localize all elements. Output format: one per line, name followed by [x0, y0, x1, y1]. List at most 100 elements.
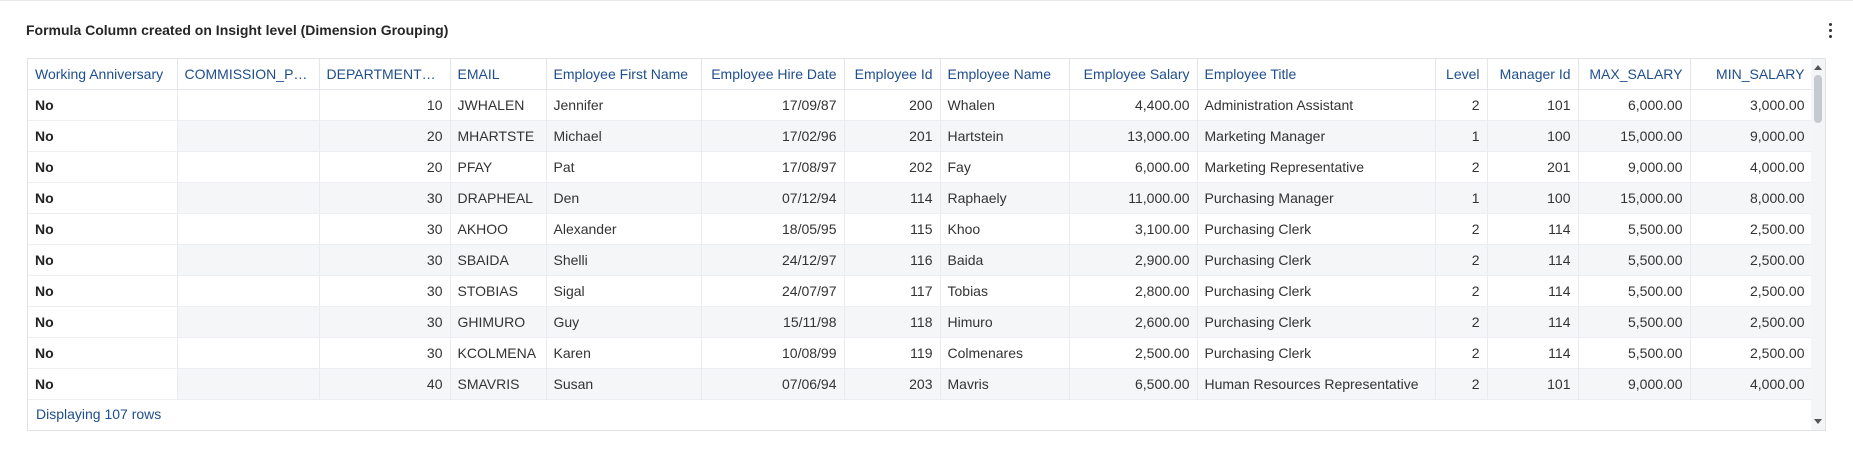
cell-manager-id: 114: [1487, 306, 1579, 338]
cell-min-salary: 4,000.00: [1690, 151, 1813, 183]
cell-max-salary: 9,000.00: [1578, 151, 1691, 183]
cell-email: JWHALEN: [450, 89, 547, 121]
cell-max-salary: 9,000.00: [1578, 368, 1691, 400]
cell-department-id: 30: [319, 275, 451, 307]
table-row: No 30 SBAIDA Shelli 24/12/97 116 Baida 2…: [28, 244, 1813, 276]
cell-manager-id: 114: [1487, 275, 1579, 307]
cell-working-anniversary: No: [28, 182, 178, 214]
cell-manager-id: 100: [1487, 120, 1579, 152]
more-vertical-icon[interactable]: [1823, 20, 1837, 40]
cell-commission-pct: [177, 89, 320, 121]
cell-employee-title: Purchasing Clerk: [1197, 337, 1436, 369]
cell-manager-id: 114: [1487, 337, 1579, 369]
cell-employee-title: Purchasing Clerk: [1197, 213, 1436, 245]
cell-department-id: 30: [319, 306, 451, 338]
column-header-min-salary[interactable]: MIN_SALARY: [1690, 59, 1813, 90]
cell-max-salary: 6,000.00: [1578, 89, 1691, 121]
cell-level: 2: [1435, 275, 1488, 307]
cell-max-salary: 5,500.00: [1578, 337, 1691, 369]
cell-employee-title: Marketing Manager: [1197, 120, 1436, 152]
cell-email: DRAPHEAL: [450, 182, 547, 214]
column-header-level[interactable]: Level: [1435, 59, 1488, 90]
cell-employee-first-name: Guy: [546, 306, 702, 338]
column-header-max-salary[interactable]: MAX_SALARY: [1578, 59, 1691, 90]
cell-employee-salary: 6,000.00: [1069, 151, 1198, 183]
cell-employee-salary: 2,500.00: [1069, 337, 1198, 369]
cell-commission-pct: [177, 306, 320, 338]
cell-email: PFAY: [450, 151, 547, 183]
vertical-scrollbar[interactable]: [1811, 59, 1825, 430]
cell-employee-first-name: Alexander: [546, 213, 702, 245]
cell-department-id: 30: [319, 213, 451, 245]
cell-commission-pct: [177, 337, 320, 369]
column-header-employee-name[interactable]: Employee Name: [940, 59, 1070, 90]
cell-department-id: 30: [319, 182, 451, 214]
cell-working-anniversary: No: [28, 213, 178, 245]
cell-email: SBAIDA: [450, 244, 547, 276]
column-header-employee-hire-date[interactable]: Employee Hire Date: [701, 59, 845, 90]
cell-department-id: 40: [319, 368, 451, 400]
cell-level: 2: [1435, 244, 1488, 276]
cell-employee-hire-date: 18/05/95: [701, 213, 845, 245]
cell-employee-salary: 11,000.00: [1069, 182, 1198, 214]
column-header-employee-id[interactable]: Employee Id: [844, 59, 941, 90]
cell-employee-first-name: Susan: [546, 368, 702, 400]
cell-max-salary: 5,500.00: [1578, 244, 1691, 276]
cell-employee-title: Purchasing Clerk: [1197, 244, 1436, 276]
cell-employee-name: Tobias: [940, 275, 1070, 307]
cell-employee-name: Hartstein: [940, 120, 1070, 152]
column-header-employee-first-name[interactable]: Employee First Name: [546, 59, 702, 90]
cell-employee-hire-date: 10/08/99: [701, 337, 845, 369]
cell-employee-salary: 3,100.00: [1069, 213, 1198, 245]
cell-employee-title: Marketing Representative: [1197, 151, 1436, 183]
cell-employee-id: 116: [844, 244, 941, 276]
cell-employee-salary: 4,400.00: [1069, 89, 1198, 121]
scroll-thumb[interactable]: [1814, 75, 1822, 123]
table-row: No 30 DRAPHEAL Den 07/12/94 114 Raphaely…: [28, 182, 1813, 214]
cell-employee-first-name: Jennifer: [546, 89, 702, 121]
cell-manager-id: 101: [1487, 368, 1579, 400]
column-header-commission-pct[interactable]: COMMISSION_PCT: [177, 59, 320, 90]
cell-commission-pct: [177, 182, 320, 214]
cell-min-salary: 3,000.00: [1690, 89, 1813, 121]
cell-department-id: 10: [319, 89, 451, 121]
cell-working-anniversary: No: [28, 244, 178, 276]
cell-employee-salary: 2,900.00: [1069, 244, 1198, 276]
column-header-employee-salary[interactable]: Employee Salary: [1069, 59, 1198, 90]
cell-min-salary: 9,000.00: [1690, 120, 1813, 152]
table-row: No 20 MHARTSTE Michael 17/02/96 201 Hart…: [28, 120, 1813, 152]
cell-commission-pct: [177, 275, 320, 307]
cell-email: GHIMURO: [450, 306, 547, 338]
cell-level: 2: [1435, 213, 1488, 245]
cell-level: 2: [1435, 151, 1488, 183]
column-header-department-id[interactable]: DEPARTMENT_ID: [319, 59, 451, 90]
column-header-working-anniversary[interactable]: Working Anniversary: [28, 59, 178, 90]
cell-min-salary: 2,500.00: [1690, 275, 1813, 307]
cell-employee-hire-date: 17/08/97: [701, 151, 845, 183]
cell-commission-pct: [177, 120, 320, 152]
cell-email: KCOLMENA: [450, 337, 547, 369]
scroll-down-icon[interactable]: [1814, 419, 1822, 424]
cell-email: STOBIAS: [450, 275, 547, 307]
cell-min-salary: 8,000.00: [1690, 182, 1813, 214]
cell-department-id: 30: [319, 244, 451, 276]
cell-employee-name: Baida: [940, 244, 1070, 276]
cell-level: 2: [1435, 89, 1488, 121]
column-header-email[interactable]: EMAIL: [450, 59, 547, 90]
column-header-manager-id[interactable]: Manager Id: [1487, 59, 1579, 90]
cell-employee-first-name: Sigal: [546, 275, 702, 307]
scroll-up-icon[interactable]: [1814, 65, 1822, 70]
cell-level: 2: [1435, 337, 1488, 369]
cell-employee-title: Purchasing Clerk: [1197, 275, 1436, 307]
cell-level: 1: [1435, 182, 1488, 214]
kebab-dot: [1828, 34, 1832, 38]
cell-email: SMAVRIS: [450, 368, 547, 400]
cell-min-salary: 2,500.00: [1690, 244, 1813, 276]
column-header-employee-title[interactable]: Employee Title: [1197, 59, 1436, 90]
cell-employee-title: Administration Assistant: [1197, 89, 1436, 121]
cell-working-anniversary: No: [28, 151, 178, 183]
cell-working-anniversary: No: [28, 89, 178, 121]
table-row: No 40 SMAVRIS Susan 07/06/94 203 Mavris …: [28, 368, 1813, 400]
cell-manager-id: 201: [1487, 151, 1579, 183]
cell-min-salary: 4,000.00: [1690, 368, 1813, 400]
